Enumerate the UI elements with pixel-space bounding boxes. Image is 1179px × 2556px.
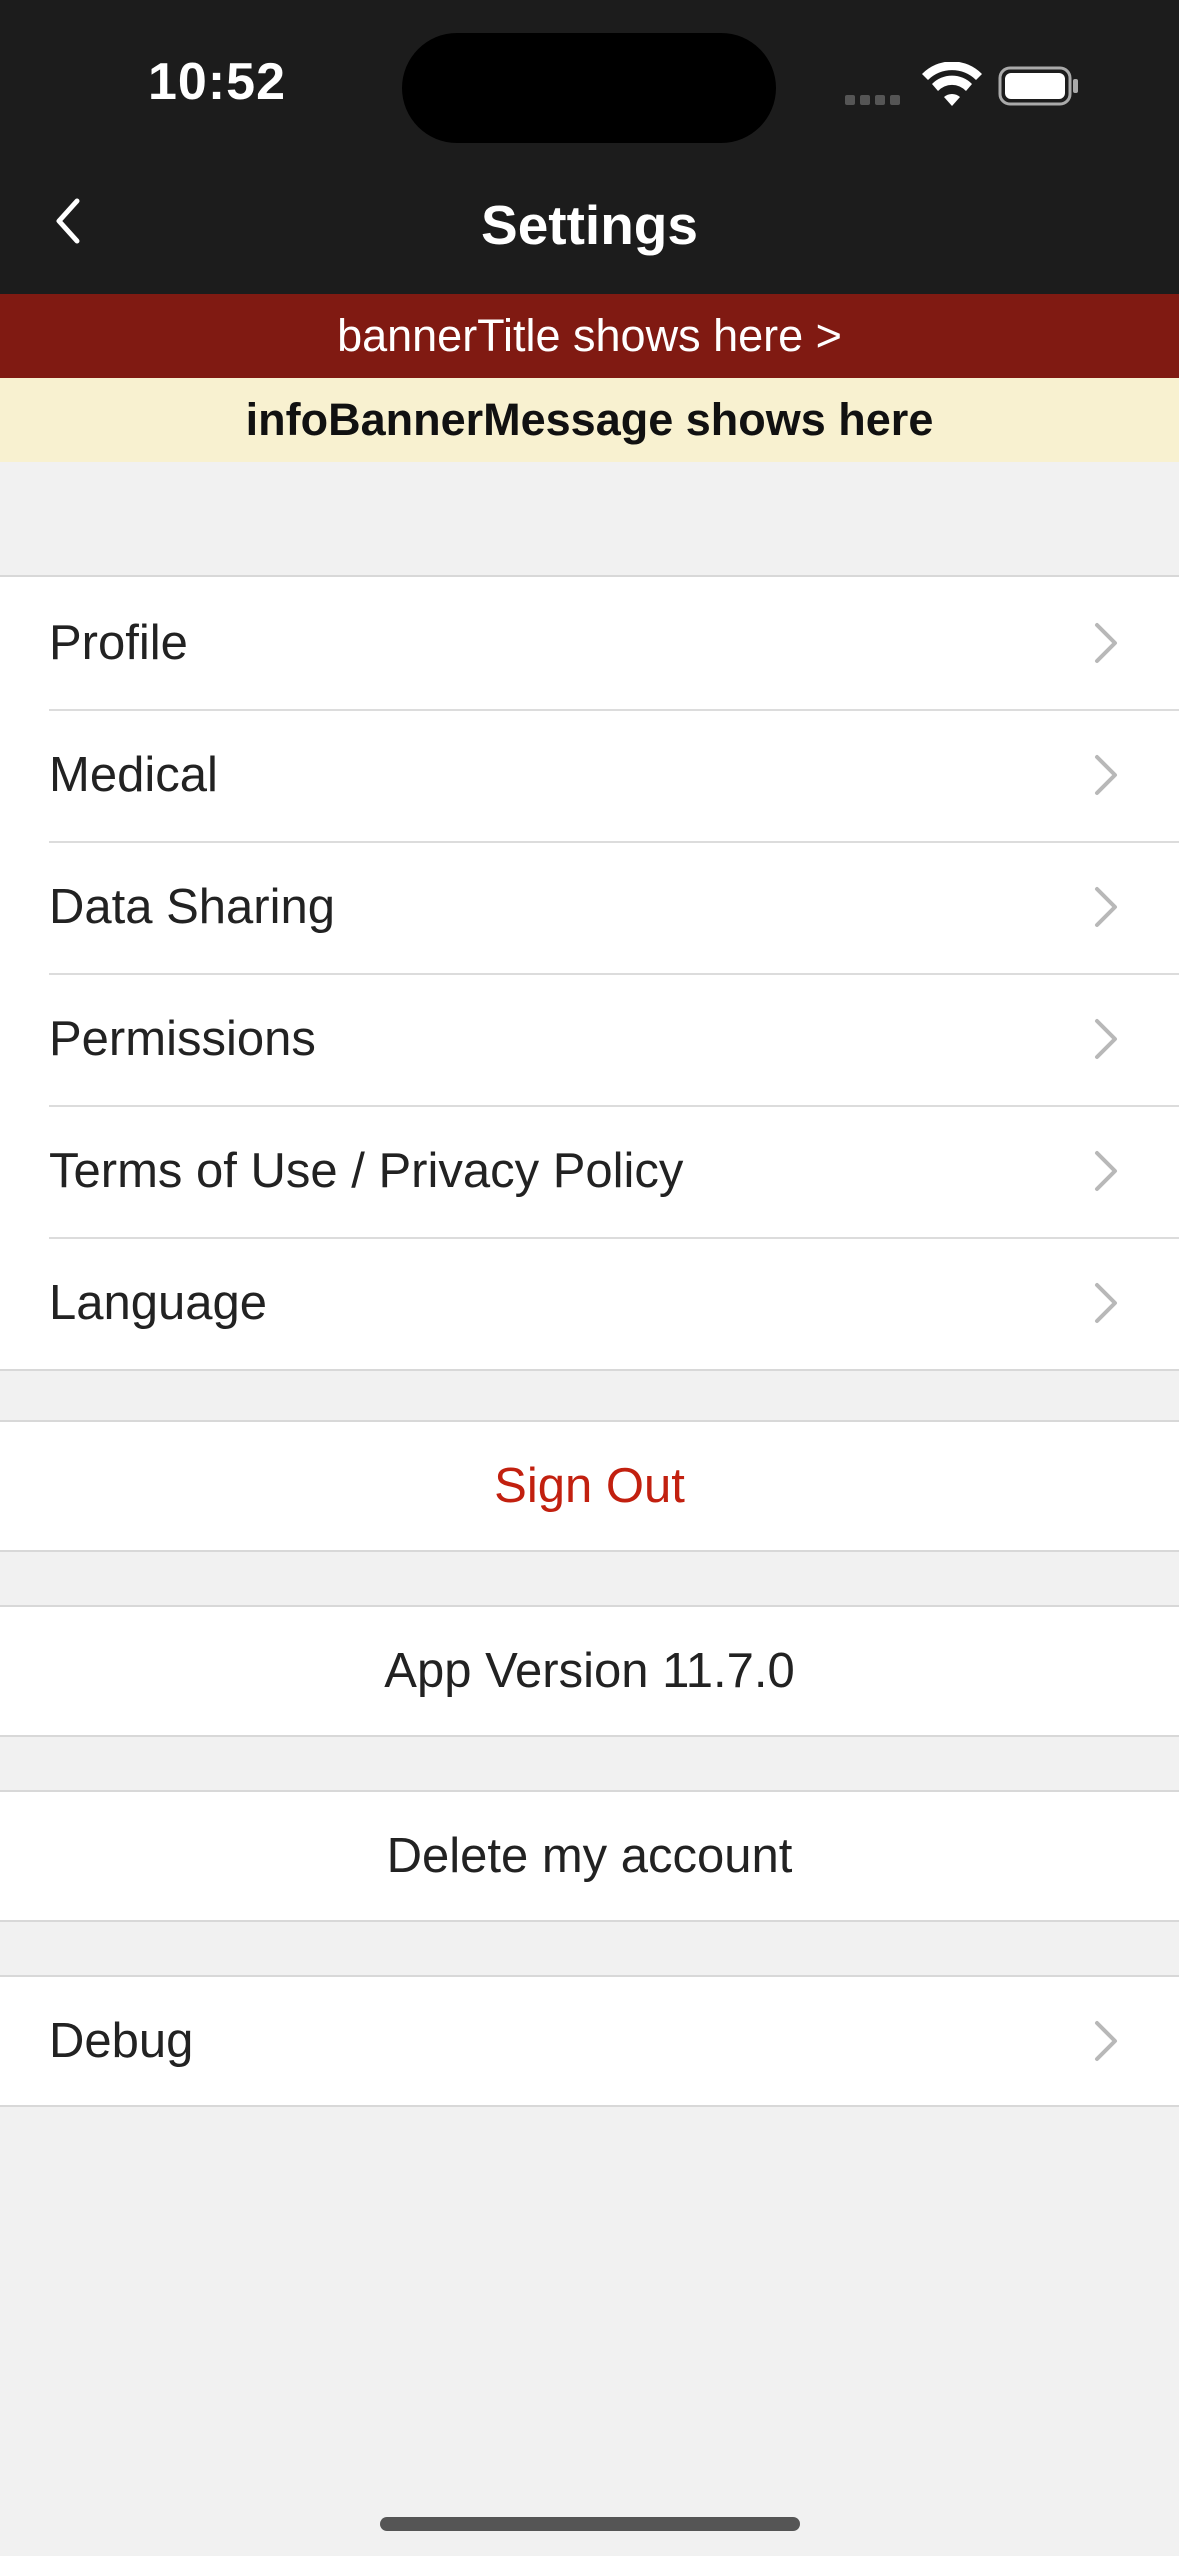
chevron-right-icon xyxy=(1095,623,1117,663)
menu-item-terms-privacy[interactable]: Terms of Use / Privacy Policy xyxy=(0,1105,1179,1237)
settings-menu-group: Profile Medical Data Sharing Permissions… xyxy=(0,575,1179,1371)
menu-item-debug[interactable]: Debug xyxy=(0,1977,1179,2105)
banner-title[interactable]: bannerTitle shows here > xyxy=(0,294,1179,378)
menu-item-label: Terms of Use / Privacy Policy xyxy=(49,1144,684,1198)
app-version-label: App Version 11.7.0 xyxy=(384,1644,795,1698)
cellular-signal-icon xyxy=(845,95,905,107)
menu-item-medical[interactable]: Medical xyxy=(0,709,1179,841)
debug-group: Debug xyxy=(0,1975,1179,2107)
delete-account-button[interactable]: Delete my account xyxy=(0,1792,1179,1920)
menu-item-language[interactable]: Language xyxy=(0,1237,1179,1369)
menu-item-label: Language xyxy=(49,1276,268,1330)
status-time: 10:52 xyxy=(148,53,286,111)
top-bar: 10:52 Settings xyxy=(0,0,1179,294)
chevron-right-icon xyxy=(1095,1151,1117,1191)
sign-out-button[interactable]: Sign Out xyxy=(0,1422,1179,1550)
menu-item-data-sharing[interactable]: Data Sharing xyxy=(0,841,1179,973)
battery-icon xyxy=(998,66,1078,106)
menu-item-label: Data Sharing xyxy=(49,880,336,934)
chevron-right-icon xyxy=(1095,2021,1117,2061)
wifi-icon xyxy=(922,62,982,106)
menu-item-label: Profile xyxy=(49,616,188,670)
menu-item-profile[interactable]: Profile xyxy=(0,577,1179,709)
menu-item-permissions[interactable]: Permissions xyxy=(0,973,1179,1105)
dynamic-island xyxy=(402,33,776,143)
chevron-right-icon xyxy=(1095,1019,1117,1059)
chevron-right-icon xyxy=(1095,755,1117,795)
home-indicator xyxy=(380,2517,800,2531)
debug-label: Debug xyxy=(49,2014,194,2068)
menu-item-label: Permissions xyxy=(49,1012,316,1066)
app-version-group: App Version 11.7.0 xyxy=(0,1605,1179,1737)
delete-account-group: Delete my account xyxy=(0,1790,1179,1922)
chevron-right-icon xyxy=(1095,887,1117,927)
menu-item-label: Medical xyxy=(49,748,218,802)
sign-out-group: Sign Out xyxy=(0,1420,1179,1552)
info-banner: infoBannerMessage shows here xyxy=(0,378,1179,462)
chevron-right-icon xyxy=(1095,1283,1117,1323)
page-title: Settings xyxy=(481,194,698,256)
